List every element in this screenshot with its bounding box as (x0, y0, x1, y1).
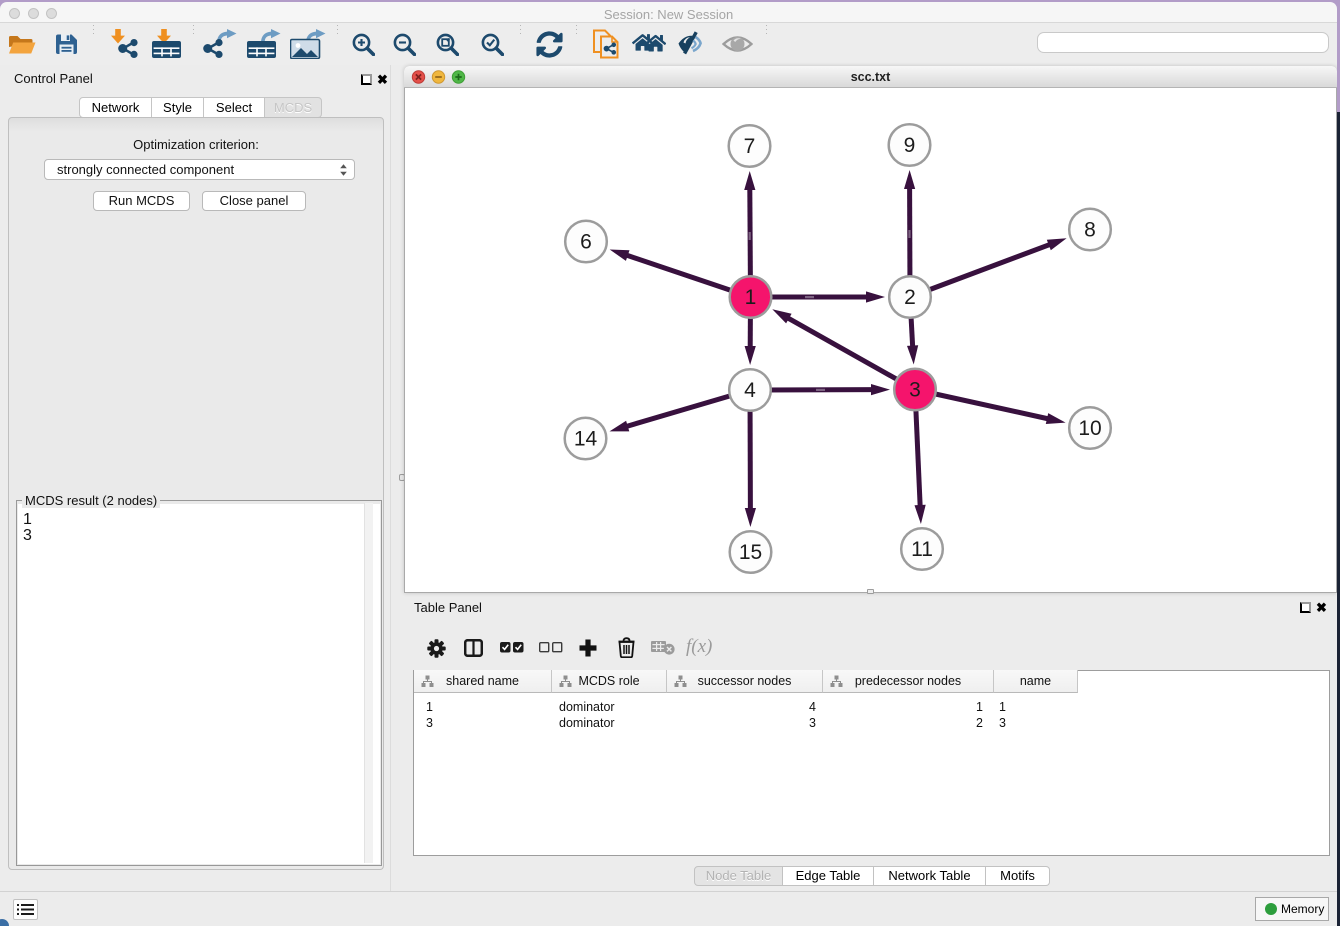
svg-text:3: 3 (909, 379, 921, 402)
svg-text:7: 7 (744, 135, 756, 158)
svg-text:15: 15 (739, 541, 762, 564)
svg-text:6: 6 (580, 231, 592, 254)
svg-text:8: 8 (1084, 219, 1096, 242)
svg-text:2: 2 (904, 286, 916, 309)
svg-text:10: 10 (1078, 417, 1101, 440)
svg-text:11: 11 (911, 538, 933, 561)
svg-text:14: 14 (574, 428, 598, 451)
svg-text:1: 1 (745, 286, 757, 309)
svg-text:9: 9 (904, 134, 916, 157)
svg-text:4: 4 (744, 379, 756, 402)
